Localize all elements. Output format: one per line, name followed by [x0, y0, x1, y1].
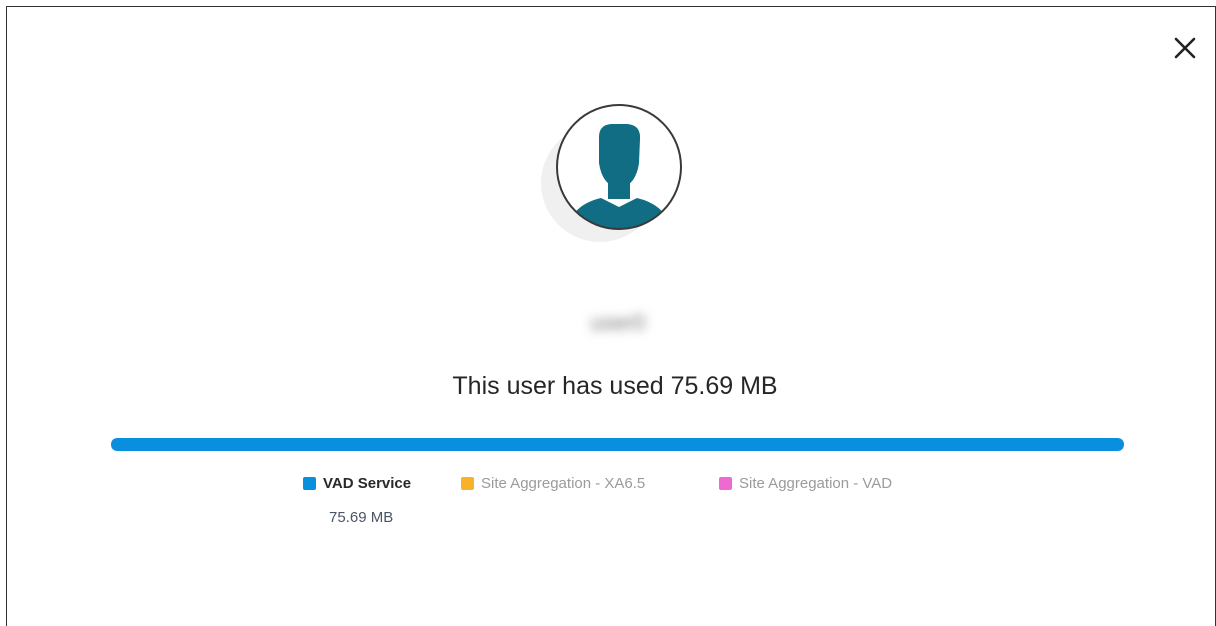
user-usage-dialog: user0 This user has used 75.69 MB VAD Se…: [6, 6, 1216, 626]
legend-item-site-aggregation-vad[interactable]: Site Aggregation - VAD: [719, 474, 892, 492]
usage-bar-fill: [111, 438, 1124, 451]
legend-item-vad-service[interactable]: VAD Service: [303, 474, 411, 492]
legend-label: Site Aggregation - VAD: [739, 474, 893, 492]
legend-swatch: [461, 476, 474, 490]
legend-item-site-aggregation-xa65[interactable]: Site Aggregation - XA6.5: [461, 474, 645, 492]
avatar: [541, 102, 691, 252]
user-avatar-icon: [556, 104, 682, 230]
username: user0: [590, 310, 646, 335]
close-button[interactable]: [1171, 34, 1199, 62]
legend-swatch: [719, 476, 732, 490]
vad-service-usage-value: 75.69 MB: [329, 509, 394, 526]
legend-label: Site Aggregation - XA6.5: [481, 474, 646, 492]
close-icon: [1174, 37, 1196, 59]
legend-label: VAD Service: [323, 474, 412, 492]
usage-bar: [111, 438, 1124, 451]
legend-swatch: [303, 476, 316, 490]
usage-summary: This user has used 75.69 MB: [452, 372, 778, 400]
